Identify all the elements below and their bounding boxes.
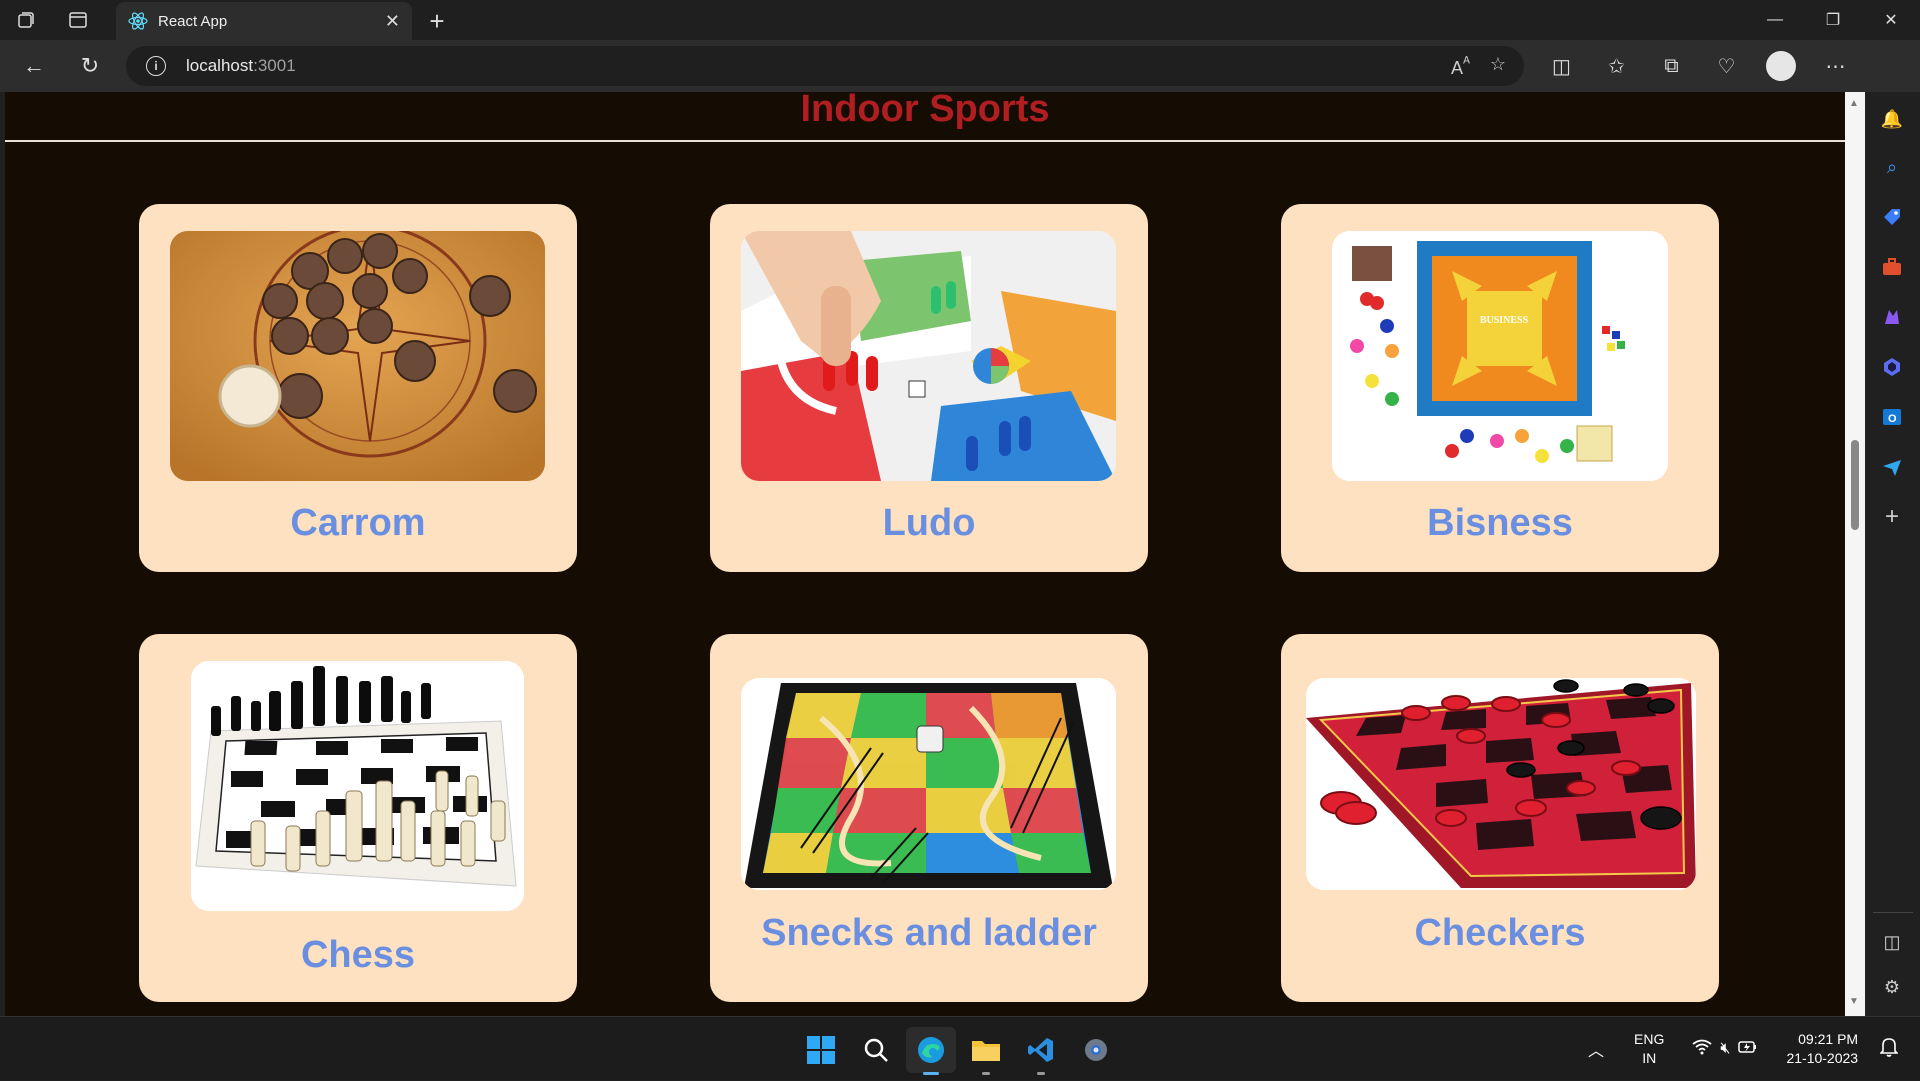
taskbar-search-icon[interactable]: [851, 1027, 901, 1073]
profile-avatar[interactable]: [1766, 51, 1796, 81]
address-host: localhost: [186, 56, 254, 75]
ludo-image: [741, 231, 1116, 481]
active-app-indicator: [923, 1072, 939, 1075]
collections-icon[interactable]: ⧉: [1644, 44, 1699, 88]
card-label-bisness: Bisness: [1427, 502, 1573, 544]
scroll-up-arrow[interactable]: ▲: [1849, 98, 1859, 109]
chess-image: [191, 661, 524, 911]
minimize-icon[interactable]: —: [1746, 0, 1804, 40]
browser-title-bar: React App ✕ + — ❐ ✕: [0, 0, 1920, 40]
card-carrom[interactable]: Carrom: [139, 204, 577, 572]
shopping-tag-icon[interactable]: [1877, 202, 1907, 232]
card-label-ludo: Ludo: [882, 502, 976, 544]
sidebar-divider: [1873, 912, 1913, 913]
microsoft365-icon[interactable]: [1877, 352, 1907, 382]
language-line1: ENG: [1634, 1031, 1665, 1047]
back-icon[interactable]: ←: [8, 44, 60, 88]
card-label-carrom: Carrom: [290, 502, 426, 544]
favorite-star-icon[interactable]: ☆: [1490, 54, 1506, 79]
volume-muted-icon[interactable]: 🔇︎: [1720, 1040, 1730, 1058]
card-ludo[interactable]: Ludo: [710, 204, 1148, 572]
edge-sidebar: 🔔 ⌕ O + ◫ ⚙: [1865, 92, 1920, 1016]
page-scrollbar[interactable]: ▲ ▼: [1845, 92, 1865, 1016]
new-tab-button[interactable]: +: [420, 4, 454, 38]
favorites-icon[interactable]: ✩: [1589, 44, 1644, 88]
outlook-icon[interactable]: O: [1877, 402, 1907, 432]
notification-bell-icon[interactable]: 🔔: [1877, 104, 1907, 134]
scroll-down-arrow[interactable]: ▼: [1849, 996, 1859, 1007]
snakes-and-ladders-image: [741, 678, 1116, 890]
settings-gear-icon[interactable]: ⚙: [1877, 972, 1907, 1002]
restore-icon[interactable]: ❐: [1804, 0, 1862, 40]
browser-toolbar: ← ↻ i localhost :3001 Aᴬ ☆ ◫ ✩ ⧉ ♡ ⋯: [0, 40, 1920, 114]
send-icon[interactable]: [1877, 452, 1907, 482]
card-snecks-and-ladder[interactable]: Snecks and ladder: [710, 634, 1148, 1002]
windows-taskbar: ︿ ENG IN 🔇︎ 09:21 PM 21-10-2023: [0, 1016, 1920, 1080]
site-info-icon[interactable]: i: [146, 56, 166, 76]
card-chess[interactable]: Chess: [139, 634, 577, 1002]
split-screen-icon[interactable]: ◫: [1534, 44, 1589, 88]
notification-center-icon[interactable]: [1879, 1037, 1900, 1062]
add-sidebar-app-icon[interactable]: +: [1877, 502, 1907, 532]
card-label-snecks-and-ladder: Snecks and ladder: [761, 912, 1097, 954]
tab-title: React App: [158, 12, 228, 30]
address-bar[interactable]: i localhost :3001 Aᴬ ☆: [126, 46, 1524, 86]
clock-time: 09:21 PM: [1798, 1031, 1859, 1047]
games-icon[interactable]: [1877, 302, 1907, 332]
show-hidden-icons-chevron[interactable]: ︿: [1588, 1037, 1604, 1061]
close-window-icon[interactable]: ✕: [1862, 0, 1920, 40]
tab-react-app[interactable]: React App ✕: [116, 2, 412, 40]
vscode-icon[interactable]: [1016, 1027, 1066, 1075]
refresh-icon[interactable]: ↻: [64, 44, 116, 88]
close-tab-icon[interactable]: ✕: [385, 11, 400, 32]
card-checkers[interactable]: Checkers: [1281, 634, 1719, 1002]
checkers-image: [1306, 678, 1696, 890]
scrollbar-thumb[interactable]: [1851, 440, 1859, 530]
language-line2: IN: [1642, 1050, 1657, 1066]
tab-actions-icon[interactable]: [52, 0, 104, 40]
more-menu-icon[interactable]: ⋯: [1808, 44, 1863, 88]
address-port: :3001: [253, 56, 296, 75]
card-label-chess: Chess: [300, 934, 416, 976]
wifi-icon[interactable]: [1692, 1039, 1712, 1060]
workspaces-icon[interactable]: [0, 0, 52, 40]
carrom-image: [170, 231, 545, 481]
title-divider: [5, 140, 1845, 142]
windows-start-icon[interactable]: [796, 1027, 846, 1073]
running-indicator: [1037, 1072, 1045, 1075]
file-explorer-icon[interactable]: [961, 1027, 1011, 1075]
browser-essentials-icon[interactable]: ♡: [1699, 44, 1754, 88]
clock-date: 21-10-2023: [1786, 1050, 1859, 1066]
running-indicator: [982, 1072, 990, 1075]
read-aloud-icon[interactable]: Aᴬ: [1451, 54, 1470, 79]
tools-briefcase-icon[interactable]: [1877, 252, 1907, 282]
react-logo-icon: [128, 11, 148, 31]
page-viewport: Indoor Sports Carrom Ludo BUSINESS Bisne…: [5, 92, 1845, 1016]
language-indicator[interactable]: ENG IN: [1634, 1030, 1664, 1068]
card-label-checkers: Checkers: [1414, 912, 1586, 954]
page-title: Indoor Sports: [800, 92, 1050, 130]
edge-browser-icon[interactable]: [906, 1027, 956, 1075]
bisness-image: BUSINESS: [1332, 231, 1668, 481]
business-board-text: BUSINESS: [1480, 315, 1529, 326]
card-bisness[interactable]: BUSINESS Bisness: [1281, 204, 1719, 572]
clock[interactable]: 09:21 PM 21-10-2023: [1786, 1030, 1858, 1068]
svg-text:O: O: [1888, 413, 1897, 425]
battery-icon[interactable]: [1738, 1039, 1758, 1060]
hide-sidebar-icon[interactable]: ◫: [1877, 927, 1907, 957]
search-icon[interactable]: ⌕: [1877, 152, 1907, 182]
settings-app-icon[interactable]: [1071, 1027, 1121, 1073]
